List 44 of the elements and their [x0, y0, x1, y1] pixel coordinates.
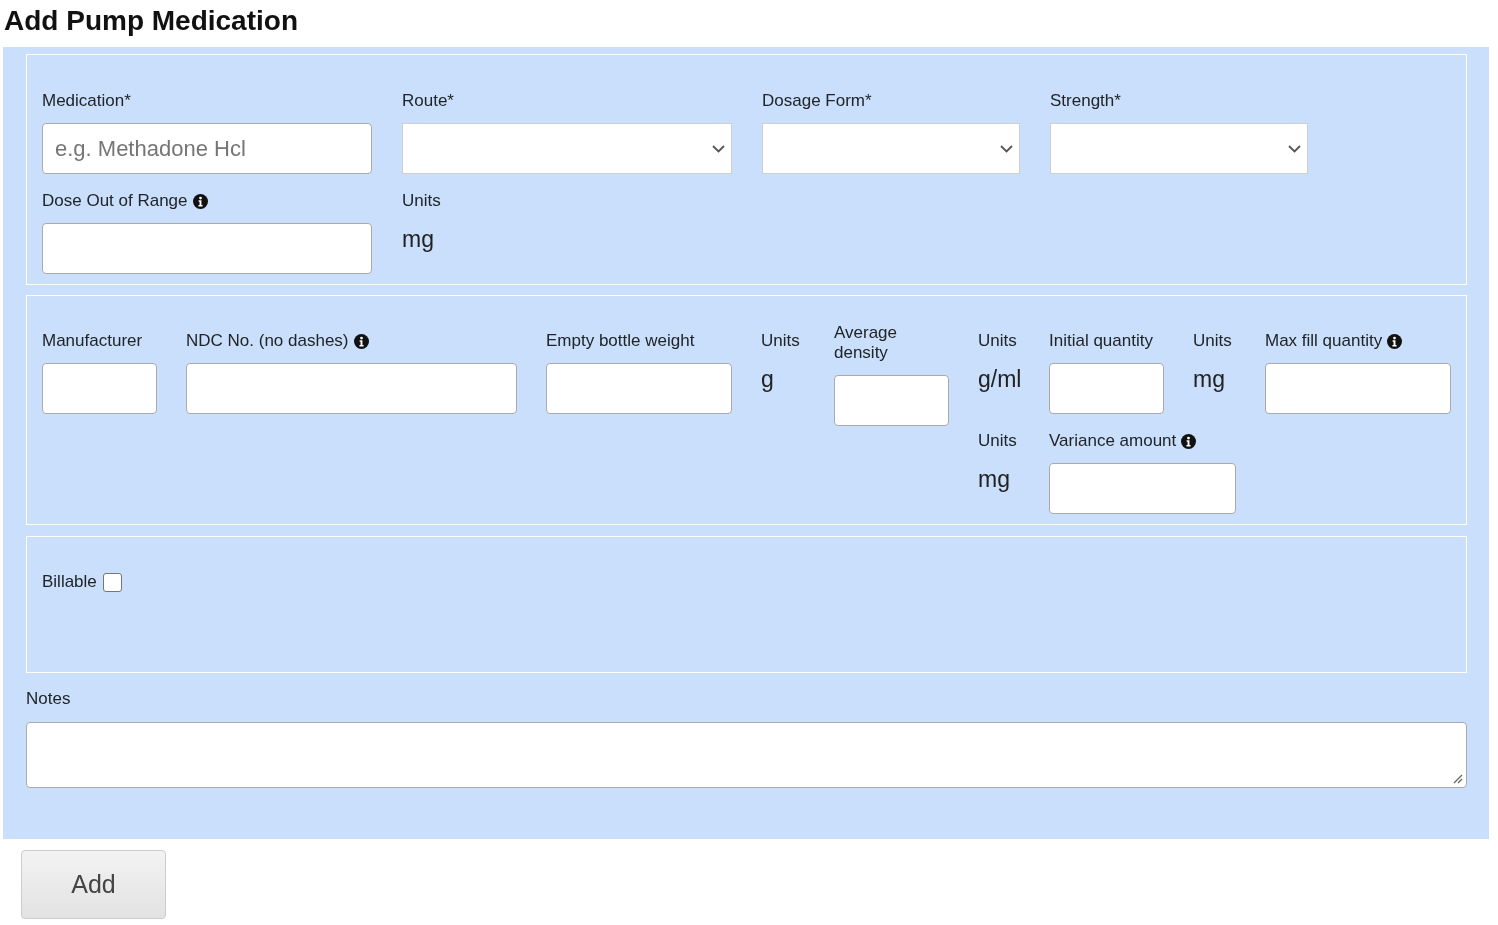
input-field[interactable]	[186, 363, 517, 414]
field-label: Manufacturer	[42, 331, 143, 351]
chevron-down-icon	[1288, 144, 1301, 153]
dropdown-field[interactable]	[402, 123, 732, 174]
field-label: Average density	[834, 323, 898, 363]
field-label: Max fill quantity	[1265, 331, 1383, 351]
field-label: Dose Out of Range	[42, 191, 188, 211]
field-label: Strength*	[1050, 91, 1121, 111]
input-field[interactable]	[1049, 363, 1164, 414]
field-label: Variance amount	[1049, 431, 1177, 451]
input-field[interactable]	[546, 363, 732, 414]
input-field[interactable]	[1049, 463, 1236, 514]
page-title: Add Pump Medication	[3, 4, 299, 38]
resize-grip-icon	[1453, 774, 1463, 784]
input-field[interactable]	[42, 223, 372, 274]
notes-field[interactable]	[26, 722, 1467, 788]
field-label: Units	[978, 331, 1017, 351]
field-label: Empty bottle weight	[546, 331, 695, 351]
field-label: Billable	[42, 572, 97, 592]
field-label: Notes	[26, 689, 71, 709]
input-field[interactable]	[42, 363, 157, 414]
add-button[interactable]: Add	[21, 850, 166, 919]
unit-value: mg	[978, 467, 1010, 491]
field-label: NDC No. (no dashes)	[186, 331, 349, 351]
field-label: Units	[402, 191, 441, 211]
checkbox[interactable]	[102, 572, 122, 592]
field-label: Units	[978, 431, 1017, 451]
dropdown-field[interactable]	[762, 123, 1020, 174]
chevron-down-icon	[712, 144, 725, 153]
unit-value: g/ml	[978, 367, 1022, 391]
input-field[interactable]	[834, 375, 949, 426]
dropdown-field[interactable]	[1050, 123, 1308, 174]
field-label: Medication*	[42, 91, 131, 111]
unit-value: g	[761, 367, 774, 391]
field-label: Units	[1193, 331, 1232, 351]
chevron-down-icon	[1000, 144, 1013, 153]
unit-value: mg	[1193, 367, 1225, 391]
field-label: Units	[761, 331, 800, 351]
input-field[interactable]	[1265, 363, 1451, 414]
unit-value: mg	[402, 227, 434, 251]
field-label: Initial quantity	[1049, 331, 1153, 351]
field-label: Dosage Form*	[762, 91, 872, 111]
field-label: Route*	[402, 91, 454, 111]
input-field[interactable]: e.g. Methadone Hcl	[42, 123, 372, 174]
